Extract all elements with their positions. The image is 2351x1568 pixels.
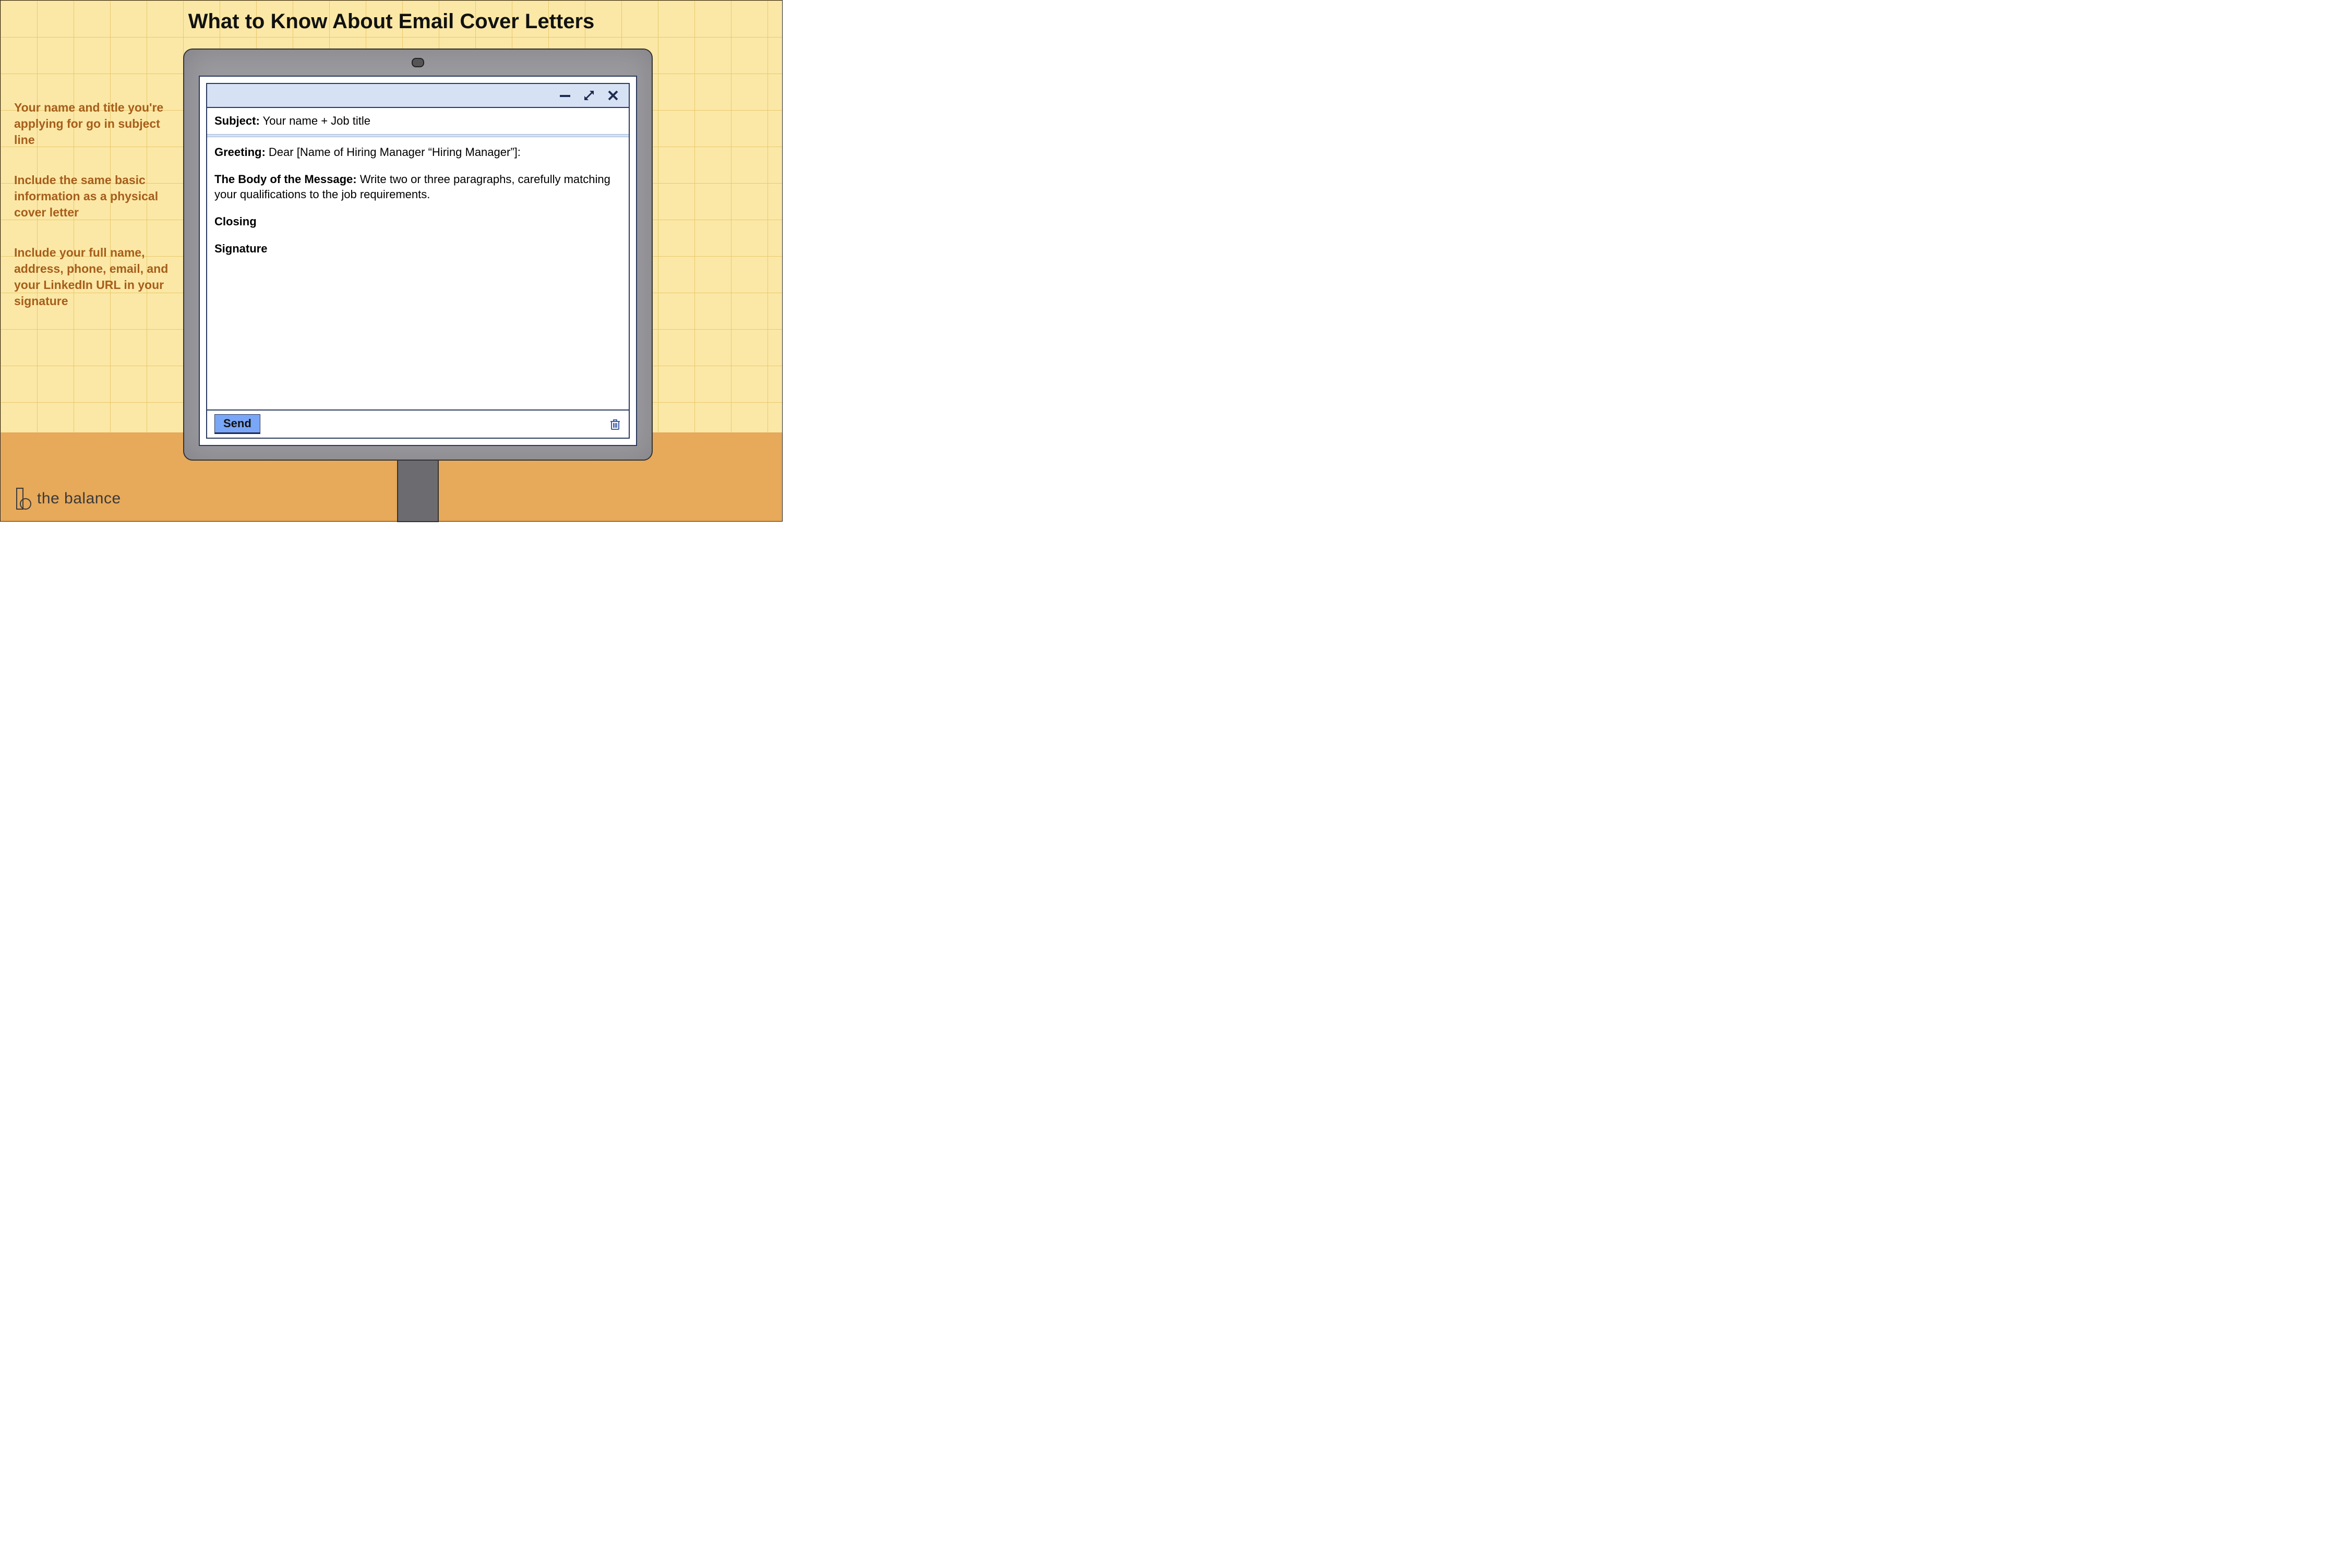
minimize-icon[interactable]	[559, 89, 571, 102]
subject-row[interactable]: Subject: Your name + Job title	[207, 108, 629, 134]
trash-icon[interactable]	[609, 418, 621, 430]
logo-text: the balance	[37, 490, 121, 508]
callout-item: Your name and title you're applying for …	[14, 100, 181, 148]
expand-icon[interactable]	[583, 89, 595, 102]
callout-item: Include your full name, address, phone, …	[14, 245, 181, 309]
brand-logo: the balance	[16, 488, 121, 510]
callout-text: Your name and title you're applying for …	[14, 101, 163, 147]
body-label: The Body of the Message:	[214, 173, 357, 186]
monitor-stand	[397, 460, 439, 522]
send-button[interactable]: Send	[214, 414, 260, 434]
callout-text: Include the same basic information as a …	[14, 173, 158, 219]
window-controls	[207, 84, 629, 108]
logo-icon	[16, 488, 32, 510]
email-window: Subject: Your name + Job title Greeting:…	[199, 76, 637, 446]
callout-item: Include the same basic information as a …	[14, 172, 181, 221]
subject-value: Your name + Job title	[260, 114, 370, 127]
signature-label: Signature	[214, 241, 621, 257]
subject-label: Subject:	[214, 114, 260, 127]
greeting-label: Greeting:	[214, 146, 266, 159]
email-window-inner: Subject: Your name + Job title Greeting:…	[206, 83, 630, 439]
page-title: What to Know About Email Cover Letters	[1, 10, 782, 33]
monitor-frame: Subject: Your name + Job title Greeting:…	[183, 49, 653, 461]
page: What to Know About Email Cover Letters Y…	[0, 0, 783, 522]
greeting-value: Dear [Name of Hiring Manager “Hiring Man…	[266, 146, 521, 159]
email-footer: Send	[207, 409, 629, 438]
greeting-line: Greeting: Dear [Name of Hiring Manager “…	[214, 144, 621, 160]
callout-text: Include your full name, address, phone, …	[14, 246, 168, 308]
close-icon[interactable]	[607, 89, 619, 102]
body-line: The Body of the Message: Write two or th…	[214, 172, 621, 202]
email-body[interactable]: Greeting: Dear [Name of Hiring Manager “…	[207, 137, 629, 409]
callout-list: Your name and title you're applying for …	[14, 100, 181, 333]
closing-label: Closing	[214, 214, 621, 230]
